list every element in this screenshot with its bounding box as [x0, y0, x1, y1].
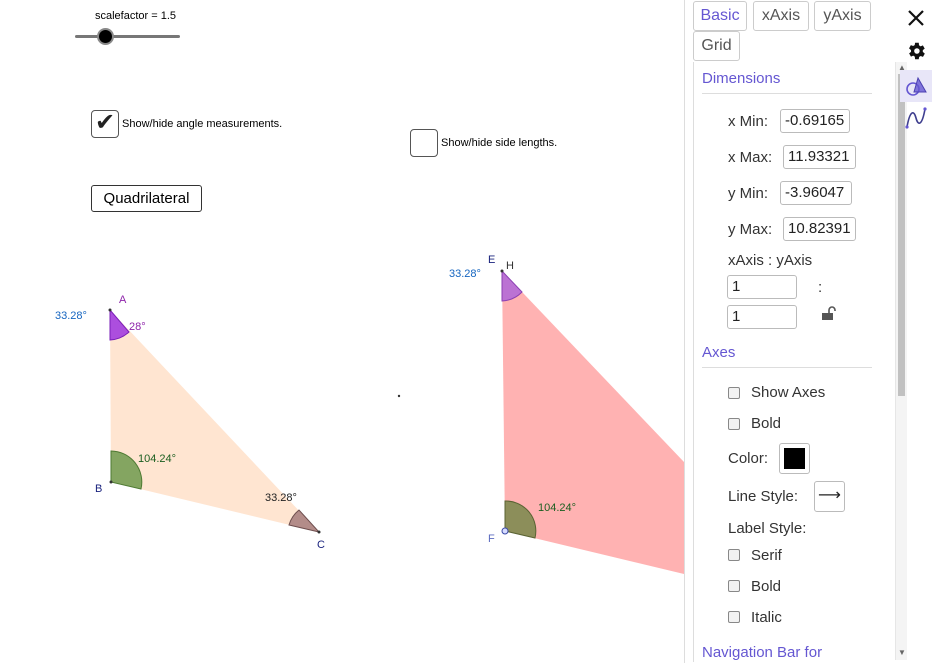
point-e[interactable]: [500, 269, 504, 273]
italic-label[interactable]: Italic: [751, 609, 782, 626]
show-axes-checkbox[interactable]: [728, 387, 740, 399]
scalefactor-knob[interactable]: [97, 28, 114, 45]
navigation-bar-title: Navigation Bar for: [702, 644, 823, 661]
line-style-button[interactable]: ⟶: [814, 481, 845, 512]
x-min-label: x Min:: [728, 113, 769, 130]
label-a: A: [119, 294, 127, 306]
label-f: F: [488, 533, 495, 545]
scroll-down-icon[interactable]: ▼: [897, 648, 907, 658]
axis-ratio-x-input[interactable]: 1: [727, 275, 797, 299]
label-angle-c: 33.28°: [265, 492, 297, 504]
tab-basic[interactable]: Basic: [693, 1, 747, 31]
x-max-label: x Max:: [728, 149, 773, 166]
label-b: B: [95, 483, 103, 495]
angle-checkbox-label[interactable]: Show/hide angle measurements.: [122, 118, 282, 130]
color-swatch: [784, 448, 805, 469]
x-min-input[interactable]: -0.69165: [780, 109, 850, 133]
italic-checkbox[interactable]: [728, 611, 740, 623]
point-c[interactable]: [317, 530, 321, 534]
geometry-canvas: [108, 269, 684, 574]
bold-axes-checkbox[interactable]: [728, 418, 740, 430]
quadrilateral-button[interactable]: Quadrilateral: [91, 185, 202, 212]
side-checkbox-label[interactable]: Show/hide side lengths.: [441, 137, 557, 149]
axis-ratio-label: xAxis : yAxis: [728, 252, 813, 269]
graphics-style-icon[interactable]: [900, 70, 932, 102]
y-min-label: y Min:: [728, 185, 769, 202]
close-icon[interactable]: [900, 2, 932, 34]
y-max-input[interactable]: 10.82391: [783, 217, 856, 241]
y-min-input[interactable]: -3.96047: [780, 181, 852, 205]
dimensions-divider: [702, 93, 872, 94]
label-angle-a: 33.28°: [55, 310, 87, 322]
line-style-label: Line Style:: [728, 488, 799, 505]
graphics-view[interactable]: scalefactor = 1.5 ✔ Show/hide angle meas…: [0, 0, 684, 663]
label-angle-e: 33.28°: [449, 268, 481, 280]
label-angle-a-partial: 28°: [129, 321, 146, 333]
label-style-label: Label Style:: [728, 520, 807, 537]
show-axes-label[interactable]: Show Axes: [751, 384, 825, 401]
y-max-label: y Max:: [728, 221, 773, 238]
checkmark-icon: ✔: [95, 109, 116, 136]
serif-label[interactable]: Serif: [751, 547, 782, 564]
point-b[interactable]: [109, 480, 113, 484]
point-a[interactable]: [108, 308, 112, 312]
axes-title: Axes: [702, 344, 736, 361]
axis-color-button[interactable]: [779, 443, 810, 474]
gear-icon[interactable]: [900, 35, 932, 67]
settings-panel: Basic xAxis yAxis Grid Dimensions x Min:…: [684, 0, 934, 663]
dimensions-title: Dimensions: [702, 70, 781, 87]
tab-grid[interactable]: Grid: [693, 31, 740, 61]
label-e: E: [488, 254, 496, 266]
function-graph-icon[interactable]: [900, 102, 932, 134]
axes-divider: [702, 367, 872, 368]
label-angle-b: 104.24°: [138, 453, 177, 465]
label-h: H: [506, 260, 514, 272]
scalefactor-label: scalefactor = 1.5: [95, 10, 177, 22]
bold-label-checkbox[interactable]: [728, 580, 740, 592]
axis-ratio-y-input[interactable]: 1: [727, 305, 797, 329]
point-f[interactable]: [501, 527, 509, 535]
point-stray[interactable]: [397, 394, 401, 398]
settings-scrollbar[interactable]: ▲ ▼: [895, 62, 907, 660]
label-angle-f: 104.24°: [538, 502, 577, 514]
settings-content: Dimensions x Min: -0.69165 x Max: 11.933…: [693, 62, 895, 662]
label-c: C: [317, 539, 325, 551]
serif-checkbox[interactable]: [728, 549, 740, 561]
tab-yaxis[interactable]: yAxis: [814, 1, 871, 31]
axis-ratio-separator: :: [818, 279, 823, 296]
side-checkbox[interactable]: [410, 129, 438, 157]
unlock-icon[interactable]: [820, 305, 836, 321]
color-label: Color:: [728, 450, 769, 467]
bold-axes-label[interactable]: Bold: [751, 415, 781, 432]
angle-checkbox[interactable]: ✔: [91, 109, 119, 138]
x-max-input[interactable]: 11.93321: [783, 145, 856, 169]
bold-label-label[interactable]: Bold: [751, 578, 781, 595]
scalefactor-track[interactable]: [75, 35, 180, 38]
tab-xaxis[interactable]: xAxis: [753, 1, 809, 31]
